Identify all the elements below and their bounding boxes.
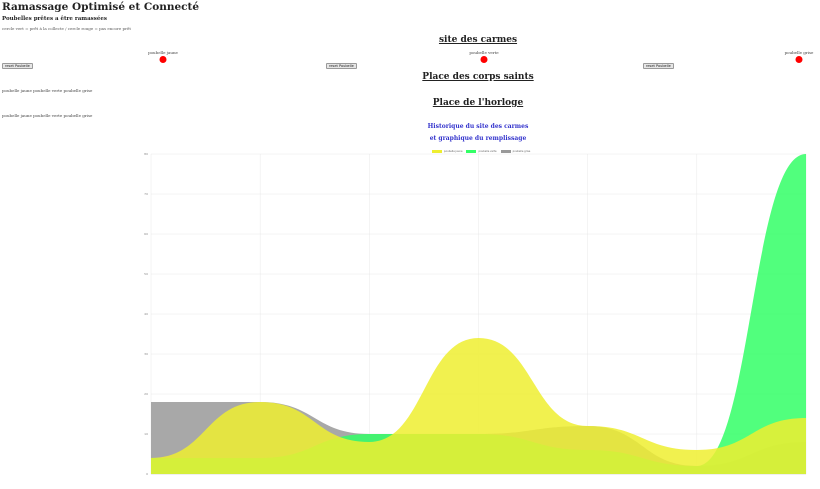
bin-label-grey: poubelle grise [784, 50, 814, 55]
site-bins-corps-saints: poubelle jaune poubelle verte poubelle g… [2, 88, 93, 93]
site-title-corps-saints: Place des corps saints [422, 72, 534, 82]
site-title-horloge: Place de l'horloge [432, 98, 524, 108]
history-title: Historique du site des carmes [427, 123, 529, 130]
reset-green-bin-button[interactable]: reset Poubelle [326, 63, 357, 69]
bin-label-green: poubelle verte [469, 50, 499, 55]
bin-status-yellow-icon [159, 56, 167, 63]
site-bins-horloge: poubelle jaune poubelle verte poubelle g… [2, 113, 93, 118]
site-title-carmes: site des carmes [438, 35, 518, 45]
bin-status-grey-icon [795, 56, 803, 63]
fill-history-chart: 0 10 20 30 40 50 60 70 80 [144, 152, 807, 476]
y-tick-label: 20 [144, 392, 148, 396]
ready-bins-heading: Poubelles prêtes a être ramassées [2, 16, 107, 22]
app-title: Ramassage Optimisé et Connecté [2, 1, 200, 13]
status-legend-note: cercle vert = prêt à la collecte / cercl… [2, 26, 131, 31]
chart-tick-labels: 0 10 20 30 40 50 60 70 80 [144, 152, 148, 476]
y-tick-label: 30 [144, 352, 148, 356]
y-tick-label: 70 [144, 192, 148, 196]
bin-label-yellow: poubelle jaune [148, 50, 178, 55]
series-area-poubelle-jaune [151, 338, 806, 474]
reset-yellow-bin-button[interactable]: reset Poubelle [2, 63, 33, 69]
bin-status-green-icon [480, 56, 488, 63]
y-tick-label: 10 [144, 432, 148, 436]
y-tick-label: 40 [144, 312, 148, 316]
reset-grey-bin-button[interactable]: reset Poubelle [643, 63, 674, 69]
y-tick-label: 50 [144, 272, 148, 276]
y-tick-label: 0 [146, 472, 148, 476]
history-subtitle: et graphique du remplissage [429, 135, 527, 142]
y-tick-label: 60 [144, 232, 148, 236]
y-tick-label: 80 [144, 152, 148, 156]
